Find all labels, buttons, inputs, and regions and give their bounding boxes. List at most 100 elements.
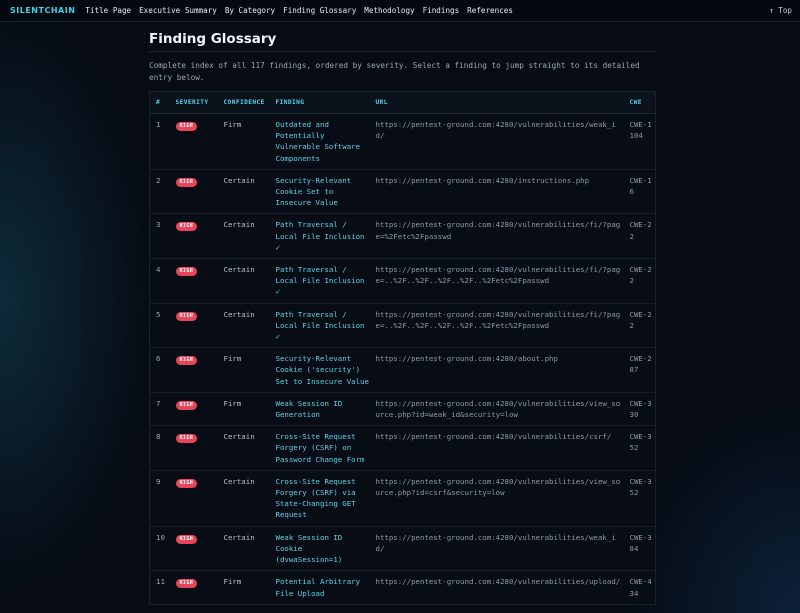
severity-badge: HIGH: [175, 478, 198, 488]
url-cell: https://pentest-ground.com:4280/vulnerab…: [369, 392, 624, 427]
finding-link[interactable]: Potential Arbitrary File Upload: [276, 577, 361, 597]
finding-number: 11: [149, 570, 170, 605]
severity-badge: HIGH: [175, 122, 198, 131]
finding-link[interactable]: Path Traversal / Local File Inclusion: [276, 220, 365, 240]
cwe-cell: CWE-434: [623, 570, 656, 605]
finding-cell: Path Traversal / Local File Inclusion ✓: [269, 303, 370, 349]
severity-cell: HIGH: [169, 113, 218, 170]
finding-cell: Security-Relevant Cookie ('security') Se…: [269, 347, 370, 393]
finding-link[interactable]: Path Traversal / Local File Inclusion: [276, 265, 365, 285]
table-row: 1 HIGH Firm Outdated and Potentially Vulner…: [149, 113, 656, 170]
severity-badge: HIGH: [175, 579, 198, 589]
confidence-cell: Firm: [217, 392, 270, 427]
finding-link[interactable]: Cross-Site Request Forgery (CSRF) on Pas…: [276, 432, 365, 463]
severity-cell: HIGH: [169, 213, 218, 260]
nav-link-finding-glossary[interactable]: Finding Glossary: [283, 6, 356, 15]
finding-number: 3: [149, 213, 170, 260]
confidence-cell: Certain: [217, 169, 270, 215]
table-row: 10 HIGH Certain Weak Session ID Cookie (dvw…: [149, 526, 656, 572]
brand-logo[interactable]: SILENTCHAIN: [10, 6, 75, 15]
column-header-finding: FINDING: [269, 91, 370, 114]
finding-number: 6: [149, 347, 170, 393]
findings-table: # SEVERITY CONFIDENCE FINDING URL CWE 1H…: [149, 91, 656, 605]
finding-number: 9: [149, 470, 170, 527]
nav-link-by-category[interactable]: By Category: [225, 6, 275, 15]
severity-cell: HIGH: [169, 169, 218, 215]
finding-link[interactable]: Path Traversal / Local File Inclusion: [276, 310, 365, 330]
url-cell: https://pentest-ground.com:4280/vulnerab…: [369, 303, 624, 349]
severity-badge: HIGH: [175, 400, 198, 410]
finding-number: 4: [149, 258, 170, 304]
nav-link-methodology[interactable]: Methodology: [364, 6, 414, 15]
severity-badge: HIGH: [175, 311, 198, 321]
finding-cell: Cross-Site Request Forgery (CSRF) on Pas…: [269, 425, 370, 471]
nav-link-findings[interactable]: Findings: [423, 6, 460, 15]
url-cell: https://pentest-ground.com:4280/vulnerab…: [369, 213, 624, 260]
verified-check-icon: ✓: [275, 287, 281, 297]
finding-cell: Security-Relevant Cookie Set to Insecure…: [269, 169, 370, 215]
table-row: 4 HIGH Certain Path Traversal / Local File …: [149, 258, 656, 304]
finding-link[interactable]: Outdated and Potentially Vulnerable Soft…: [276, 120, 361, 163]
cwe-cell: CWE-330: [623, 392, 656, 427]
url-cell: https://pentest-ground.com:4280/vulnerab…: [369, 526, 624, 572]
back-to-top-link[interactable]: ↑ Top: [769, 6, 792, 15]
confidence-cell: Certain: [217, 425, 270, 471]
finding-cell: Cross-Site Request Forgery (CSRF) via St…: [269, 470, 370, 527]
severity-badge: HIGH: [175, 356, 198, 366]
finding-cell: Path Traversal / Local File Inclusion ✓: [269, 213, 370, 260]
severity-cell: HIGH: [169, 526, 218, 572]
confidence-cell: Certain: [217, 258, 270, 304]
severity-cell: HIGH: [169, 470, 218, 527]
finding-number: 5: [149, 303, 170, 349]
finding-link[interactable]: Security-Relevant Cookie ('security') Se…: [276, 354, 369, 385]
url-cell: https://pentest-ground.com:4280/vulnerab…: [369, 425, 624, 471]
severity-badge: HIGH: [175, 534, 198, 544]
main-content: Finding Glossary Complete index of all 1…: [149, 22, 656, 605]
url-cell: https://pentest-ground.com:4280/instruct…: [369, 169, 624, 215]
verified-check-icon: ✓: [275, 332, 281, 342]
finding-number: 10: [149, 526, 170, 572]
confidence-cell: Certain: [217, 213, 270, 260]
cwe-cell: CWE-384: [623, 526, 656, 572]
finding-link[interactable]: Security-Relevant Cookie Set to Insecure…: [276, 176, 352, 207]
finding-cell: Potential Arbitrary File Upload: [269, 570, 370, 605]
column-header-confidence: CONFIDENCE: [217, 91, 270, 114]
column-header-severity: SEVERITY: [169, 91, 218, 114]
finding-link[interactable]: Weak Session ID Generation: [276, 399, 343, 419]
top-navigation-bar: SILENTCHAIN Title Page Executive Summary…: [0, 0, 800, 22]
finding-cell: Outdated and Potentially Vulnerable Soft…: [269, 113, 370, 170]
nav-links: Title Page Executive Summary By Category…: [85, 6, 521, 15]
findings-table-body: 1 HIGH Firm Outdated and Potentially Vulner…: [149, 113, 656, 605]
table-row: 11 HIGH Firm Potential Arbitrary File Uploa…: [149, 570, 656, 605]
finding-number: 2: [149, 169, 170, 215]
url-cell: https://pentest-ground.com:4280/vulnerab…: [369, 570, 624, 605]
intro-text: Complete index of all 117 findings, orde…: [149, 61, 640, 82]
severity-badge: HIGH: [175, 434, 198, 444]
finding-cell: Weak Session ID Cookie (dvwaSession=1): [269, 526, 370, 572]
severity-cell: HIGH: [169, 258, 218, 304]
finding-link[interactable]: Cross-Site Request Forgery (CSRF) via St…: [276, 477, 356, 520]
finding-link[interactable]: Weak Session ID Cookie (dvwaSession=1): [276, 533, 343, 564]
nav-link-references[interactable]: References: [467, 6, 513, 15]
url-cell: https://pentest-ground.com:4280/vulnerab…: [369, 470, 624, 527]
nav-link-executive-summary[interactable]: Executive Summary: [139, 6, 217, 15]
cwe-cell: CWE-22: [623, 213, 656, 260]
column-header-url: URL: [369, 91, 624, 114]
cwe-cell: CWE-352: [623, 425, 656, 471]
table-row: 3 HIGH Certain Path Traversal / Local File …: [149, 213, 656, 260]
cwe-cell: CWE-352: [623, 470, 656, 527]
url-cell: https://pentest-ground.com:4280/vulnerab…: [369, 113, 624, 170]
cwe-cell: CWE-22: [623, 258, 656, 304]
confidence-cell: Firm: [217, 347, 270, 393]
severity-badge: HIGH: [175, 177, 198, 187]
finding-number: 8: [149, 425, 170, 471]
table-row: 6 HIGH Firm Security-Relevant Cookie ('secu…: [149, 347, 656, 393]
nav-link-title-page[interactable]: Title Page: [85, 6, 131, 15]
finding-cell: Path Traversal / Local File Inclusion ✓: [269, 258, 370, 304]
confidence-cell: Certain: [217, 526, 270, 572]
severity-badge: HIGH: [175, 267, 198, 277]
cwe-cell: CWE-287: [623, 347, 656, 393]
finding-cell: Weak Session ID Generation: [269, 392, 370, 427]
table-row: 5 HIGH Certain Path Traversal / Local File …: [149, 303, 656, 349]
confidence-cell: Firm: [217, 570, 270, 605]
